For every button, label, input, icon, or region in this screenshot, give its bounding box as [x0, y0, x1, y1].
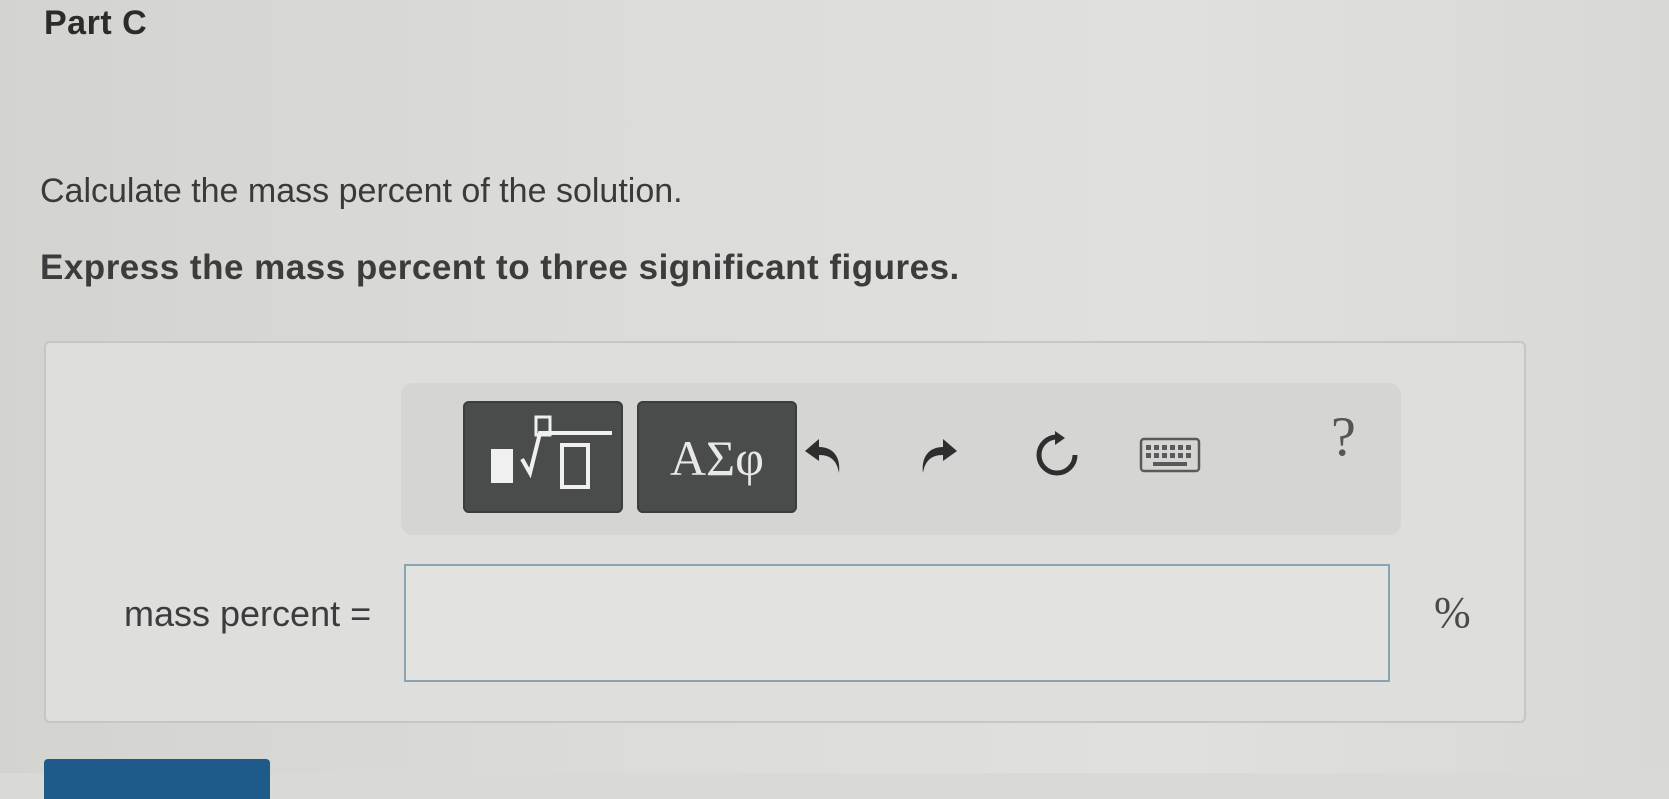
math-toolbar: ΑΣφ ?	[401, 383, 1401, 535]
keyboard-icon[interactable]	[1139, 437, 1201, 473]
answer-label: mass percent =	[124, 593, 372, 634]
part-title: Part C	[44, 4, 148, 42]
help-icon[interactable]: ?	[1331, 405, 1356, 469]
greek-letters-button[interactable]: ΑΣφ	[637, 401, 797, 513]
mass-percent-input[interactable]	[404, 564, 1390, 682]
answer-panel: ΑΣφ ? mass percent = %	[44, 341, 1526, 723]
templates-button[interactable]	[463, 401, 623, 513]
submit-button[interactable]	[44, 759, 270, 799]
greek-letters-icon: ΑΣφ	[669, 430, 765, 486]
unit-label: %	[1434, 588, 1471, 637]
page: Part C Calculate the mass percent of the…	[0, 0, 1669, 799]
question-instruction: Calculate the mass percent of the soluti…	[40, 172, 683, 210]
redo-icon[interactable]	[911, 429, 963, 481]
undo-icon[interactable]	[799, 429, 851, 481]
reset-icon[interactable]	[1031, 429, 1083, 481]
precision-note: Express the mass percent to three signif…	[40, 248, 960, 287]
